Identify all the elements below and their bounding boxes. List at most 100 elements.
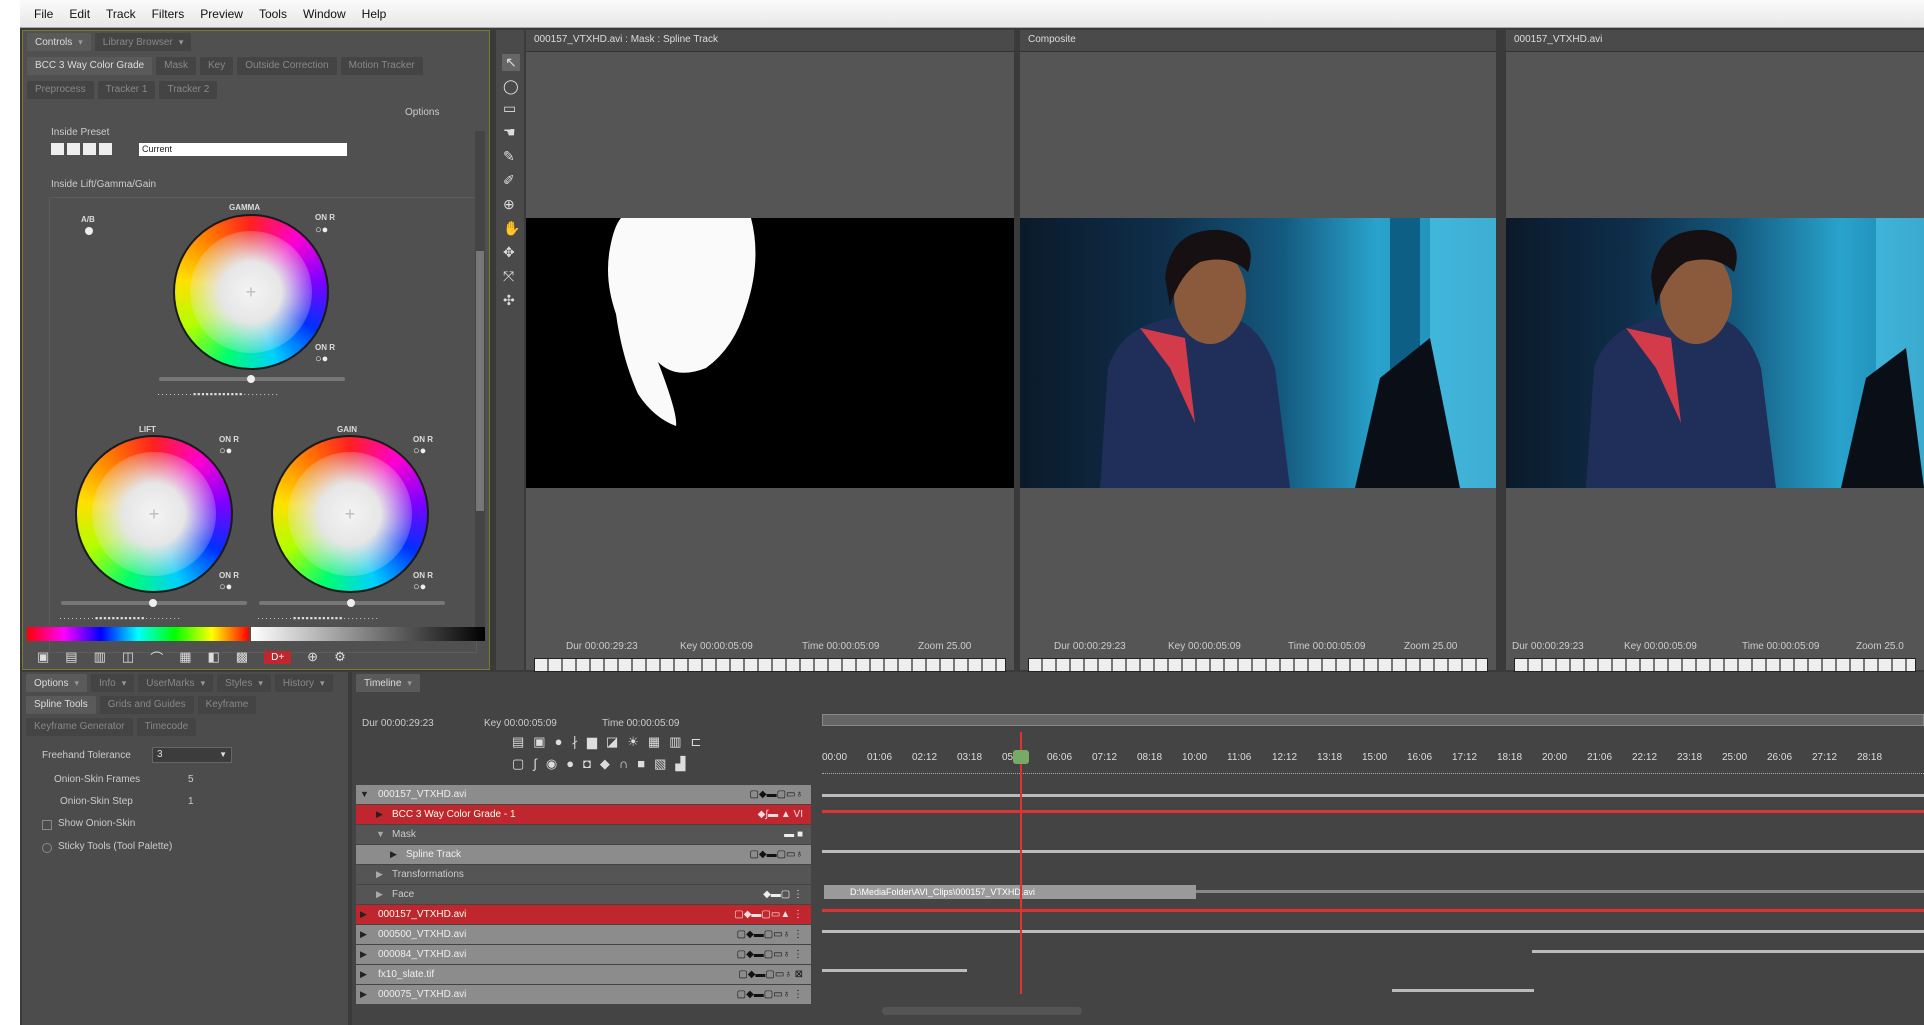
tab-preprocess[interactable]: Preprocess — [27, 81, 94, 99]
edit-icon[interactable]: ▢ — [512, 756, 524, 772]
onion-frames-value[interactable]: 5 — [188, 774, 194, 785]
ab-toggle[interactable] — [85, 227, 93, 235]
menu-tools[interactable]: Tools — [251, 7, 295, 21]
preset-save-button[interactable] — [67, 143, 80, 155]
sphere-icon[interactable]: ◉ — [546, 756, 557, 772]
playhead-marker-icon[interactable] — [1013, 750, 1029, 764]
tab-info[interactable]: Info ▾ — [91, 674, 135, 692]
viewer-source-frame[interactable] — [1506, 218, 1924, 488]
track-000157[interactable]: ▶ 000157_VTXHD.avi ▢◆▬▢▭▲ ⋮ — [356, 905, 811, 924]
image-icon[interactable]: ▣ — [533, 734, 545, 750]
remove-effect-button[interactable]: D+ — [264, 650, 292, 664]
track-bcc-3-way[interactable]: ▶ BCC 3 Way Color Grade - 1 ◆∫▬ ▲ VI — [356, 805, 811, 824]
menu-file[interactable]: File — [26, 7, 61, 21]
tab-grids-and-guides[interactable]: Grids and Guides — [99, 696, 194, 714]
tab-timecode[interactable]: Timecode — [136, 718, 197, 736]
timeline-hscroll[interactable] — [882, 1007, 1082, 1015]
gain-onr-bottom-toggles[interactable]: ○● — [413, 581, 426, 593]
layer-icon[interactable]: ◪ — [606, 734, 618, 750]
tab-key[interactable]: Key — [200, 57, 234, 75]
timeline-ruler[interactable]: 00:00 01:06 02:12 03:18 05:00 06:06 07:1… — [822, 752, 1924, 774]
globe-icon[interactable]: ⊕ — [307, 649, 318, 665]
grid-icon[interactable]: ▦ — [648, 734, 660, 750]
tab-keyframe-generator[interactable]: Keyframe Generator — [26, 718, 133, 736]
playhead[interactable] — [1020, 732, 1022, 994]
viewer-composite-filmstrip[interactable] — [1028, 658, 1488, 672]
film-icon[interactable]: ▥ — [669, 734, 681, 750]
square-icon[interactable]: ■ — [637, 756, 645, 772]
gamma-slider-handle[interactable] — [247, 375, 255, 383]
clip-bar[interactable]: D:\MediaFolder\AVI_Clips\000157_VTXHD.av… — [824, 885, 1196, 899]
track-face[interactable]: ▶ Face ◆▬▢ ⋮ — [356, 885, 811, 904]
tab-controls[interactable]: Controls ▾ — [27, 33, 91, 51]
ball-icon[interactable]: ● — [566, 756, 574, 772]
controls-scrollbar[interactable] — [475, 131, 485, 631]
zoom-tool-icon[interactable]: ⊕ — [503, 196, 515, 213]
reset-icon[interactable]: ▣ — [37, 649, 49, 665]
lift-onr-top-toggles[interactable]: ○● — [219, 445, 232, 457]
pan-tool-icon[interactable]: ✋ — [503, 220, 520, 237]
preset-field[interactable]: Current — [139, 143, 347, 156]
tab-spline-tools[interactable]: Spline Tools — [26, 696, 96, 714]
preset-load-button[interactable] — [51, 143, 64, 155]
track-000084[interactable]: ▶ 000084_VTXHD.avi ▢◆▬▢▭♁ ⋮ — [356, 945, 811, 964]
track-000500[interactable]: ▶ 000500_VTXHD.avi ▢◆▬▢▭♁ ⋮ — [356, 925, 811, 944]
split-view-icon[interactable]: ▥ — [94, 649, 106, 665]
viewer-composite-frame[interactable] — [1020, 218, 1496, 488]
pen-tool-icon[interactable]: ✎ — [503, 148, 515, 165]
pixel-icon[interactable]: ◧ — [208, 649, 220, 665]
text-icon[interactable]: ▆ — [587, 734, 597, 750]
folder-icon[interactable]: ⊏ — [691, 734, 702, 750]
save-icon[interactable]: ▧ — [654, 756, 666, 772]
tab-outside-correction[interactable]: Outside Correction — [237, 57, 337, 75]
track-fx10-slate[interactable]: ▶ fx10_slate.tif ▢◆▬▢▭♁ ⊠ — [356, 965, 811, 984]
timeline-area[interactable]: 00:00 01:06 02:12 03:18 05:00 06:06 07:1… — [822, 672, 1924, 1025]
lift-color-wheel[interactable]: + — [75, 435, 233, 593]
curve-icon[interactable]: ⌒ — [150, 648, 163, 667]
settings-icon[interactable]: ⚙ — [334, 649, 346, 665]
menu-edit[interactable]: Edit — [61, 7, 98, 21]
menu-help[interactable]: Help — [354, 7, 395, 21]
view-icon[interactable]: ▦ — [179, 649, 191, 665]
light-icon[interactable]: ☀ — [627, 734, 639, 750]
gamma-color-wheel[interactable]: + — [173, 214, 329, 370]
menu-track[interactable]: Track — [98, 7, 144, 21]
hand-tool-icon[interactable]: ☚ — [503, 124, 516, 141]
chart-icon[interactable]: ▟ — [675, 756, 685, 772]
sticky-tools-radio[interactable] — [42, 843, 52, 853]
circle-icon[interactable]: ● — [555, 734, 563, 750]
gain-onr-top-toggles[interactable]: ○● — [413, 445, 426, 457]
preset-down-button[interactable] — [99, 143, 112, 155]
gain-color-wheel[interactable]: + — [271, 435, 429, 593]
options-button[interactable]: Options — [405, 107, 439, 118]
tab-mask[interactable]: Mask — [156, 57, 197, 75]
tab-timeline[interactable]: Timeline ▾ — [356, 674, 420, 692]
tab-library-browser[interactable]: Library Browser ▾ — [94, 33, 192, 51]
camera-icon[interactable]: ◘ — [583, 756, 591, 772]
color-spectrum-bar[interactable] — [27, 627, 249, 641]
tab-bcc-3-way-color-grade[interactable]: BCC 3 Way Color Grade — [27, 57, 153, 75]
gain-slider-handle[interactable] — [347, 599, 355, 607]
track-000157-parent[interactable]: ▼ 000157_VTXHD.avi ▢◆▬▢▭♁ — [356, 785, 811, 804]
onion-step-value[interactable]: 1 — [188, 796, 194, 807]
viewer-mask-frame[interactable] — [526, 218, 1014, 488]
track-icon[interactable]: ▤ — [512, 734, 524, 750]
viewer-mask-filmstrip[interactable] — [534, 658, 1006, 672]
ellipse-tool-icon[interactable]: ◯ — [503, 78, 519, 95]
diamond-icon[interactable]: ◆ — [600, 756, 610, 772]
move-point-icon[interactable]: ✥ — [503, 244, 515, 261]
select-arrow-icon[interactable]: ↖ — [502, 54, 520, 71]
compare-icon[interactable]: ◫ — [122, 649, 134, 665]
paint-icon[interactable]: ∤ — [571, 734, 578, 750]
brush-icon[interactable]: ∫ — [533, 756, 537, 772]
timeline-scroll-overview[interactable] — [822, 714, 1924, 726]
tab-styles[interactable]: Styles ▾ — [217, 674, 271, 692]
track-transformations[interactable]: ▶ Transformations — [356, 865, 811, 884]
rotate-point-icon[interactable]: ✣ — [503, 292, 515, 309]
gamma-onr-bottom-toggles[interactable]: ○● — [315, 353, 328, 365]
tab-usermarks[interactable]: UserMarks ▾ — [138, 674, 214, 692]
tab-keyframe[interactable]: Keyframe — [197, 696, 257, 714]
magnet-icon[interactable]: ∩ — [619, 756, 628, 772]
track-000075[interactable]: ▶ 000075_VTXHD.avi ▢◆▬▢▭♁ ⋮ — [356, 985, 811, 1004]
rect-tool-icon[interactable]: ▭ — [503, 100, 516, 117]
